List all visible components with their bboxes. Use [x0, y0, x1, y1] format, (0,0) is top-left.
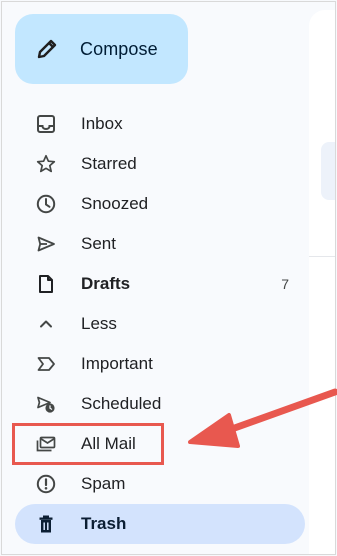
sidebar-item-label: Drafts	[81, 274, 131, 293]
sidebar-item-label: Snoozed	[81, 194, 149, 213]
all-mail-icon	[36, 434, 56, 454]
main-content-divider	[309, 256, 335, 257]
compose-label: Compose	[80, 39, 158, 59]
scheduled-icon	[36, 394, 56, 414]
sidebar-item-label: Important	[81, 354, 153, 373]
spam-icon	[36, 474, 56, 494]
star-icon	[36, 154, 56, 174]
sidebar-item-scheduled[interactable]: Scheduled	[15, 384, 305, 424]
sidebar-nav: Inbox Starred Snoozed Sent Drafts 7 Less…	[15, 104, 305, 544]
sidebar-item-spam[interactable]: Spam	[15, 464, 305, 504]
sidebar-item-label: Inbox	[81, 114, 123, 133]
sidebar-item-label: Sent	[81, 234, 116, 253]
important-icon	[36, 354, 56, 374]
inbox-icon	[36, 114, 56, 134]
sidebar-item-label: Scheduled	[81, 394, 162, 413]
unread-count: 7	[281, 276, 289, 292]
main-content-panel	[309, 10, 335, 554]
send-icon	[36, 234, 56, 254]
sidebar-item-label: Starred	[81, 154, 137, 173]
compose-button[interactable]: Compose	[15, 14, 188, 84]
sidebar-item-label: Trash	[81, 514, 127, 533]
sidebar-item-less[interactable]: Less	[15, 304, 305, 344]
sidebar-item-important[interactable]: Important	[15, 344, 305, 384]
sidebar-item-trash[interactable]: Trash	[15, 504, 305, 544]
sidebar-item-snoozed[interactable]: Snoozed	[15, 184, 305, 224]
sidebar-item-label: All Mail	[81, 434, 136, 453]
sidebar-item-label: Less	[81, 314, 117, 333]
sidebar-item-label: Spam	[81, 474, 126, 493]
sidebar-item-drafts[interactable]: Drafts 7	[15, 264, 305, 304]
pencil-icon	[35, 37, 59, 61]
sidebar-item-inbox[interactable]: Inbox	[15, 104, 305, 144]
clock-icon	[36, 194, 56, 214]
main-content-chip	[321, 142, 335, 200]
trash-icon	[36, 514, 56, 534]
chevron-up-icon	[36, 314, 56, 334]
sidebar-item-starred[interactable]: Starred	[15, 144, 305, 184]
sidebar-item-all-mail[interactable]: All Mail	[15, 424, 305, 464]
sidebar-item-sent[interactable]: Sent	[15, 224, 305, 264]
draft-icon	[36, 274, 56, 294]
